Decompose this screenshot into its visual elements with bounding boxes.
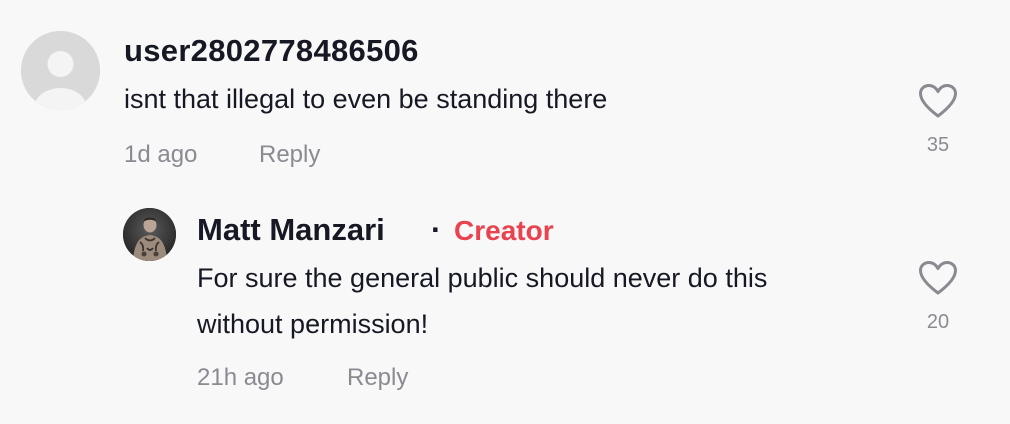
like-count: 20 (926, 311, 950, 333)
like-button[interactable] (918, 260, 958, 296)
comment-text: isnt that illegal to even be standing th… (124, 84, 608, 114)
like-count: 35 (926, 134, 950, 156)
comment-timestamp: 1d ago (124, 141, 198, 168)
profile-photo (123, 208, 176, 261)
default-user-icon (21, 31, 100, 110)
reply-username[interactable]: Matt Manzari (197, 212, 385, 248)
avatar[interactable] (21, 31, 100, 110)
reply-text-line: For sure the general public should never… (197, 263, 768, 293)
heart-outline-icon (919, 261, 957, 295)
separator-dot: · (431, 212, 442, 247)
creator-badge: Creator (454, 215, 554, 246)
comment-username[interactable]: user2802778486506 (124, 33, 419, 69)
heart-outline-icon (919, 84, 957, 118)
reply-button[interactable]: Reply (347, 364, 408, 392)
like-button[interactable] (918, 83, 958, 119)
avatar[interactable] (123, 208, 176, 261)
reply-text-line: without permission! (197, 309, 429, 339)
comment-item: user2802778486506 isnt that illegal to e… (0, 0, 1010, 190)
reply-timestamp: 21h ago (197, 364, 284, 391)
reply-button[interactable]: Reply (259, 141, 320, 169)
